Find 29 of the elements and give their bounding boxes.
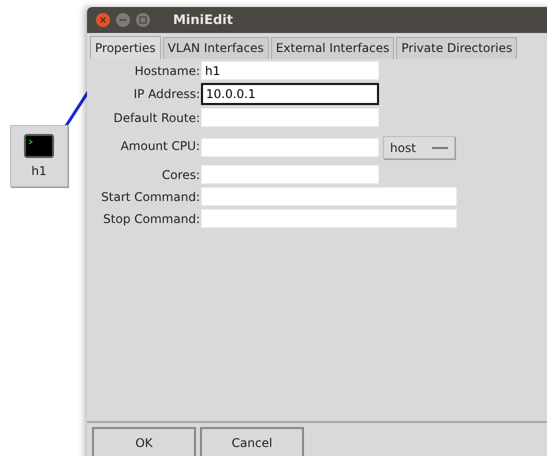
- input-field[interactable]: 10.0.0.1: [201, 83, 379, 105]
- input-field[interactable]: [201, 165, 379, 184]
- input-field[interactable]: [201, 108, 379, 127]
- input-field[interactable]: [201, 187, 457, 206]
- field-label: Hostname:: [134, 64, 201, 78]
- ok-button[interactable]: OK: [92, 427, 196, 456]
- terminal-icon: [24, 134, 54, 158]
- input-field[interactable]: [201, 209, 457, 228]
- field-label: Amount CPU:: [120, 139, 201, 153]
- host-dropdown[interactable]: host: [383, 136, 455, 159]
- window-title: MiniEdit: [173, 12, 233, 28]
- tab[interactable]: Private Directories: [396, 37, 518, 59]
- field-label: Cores:: [160, 168, 201, 182]
- input-field[interactable]: [201, 138, 379, 157]
- field-label: Stop Command:: [102, 212, 201, 226]
- field-label: IP Address:: [132, 87, 201, 101]
- input-field[interactable]: h1: [201, 61, 379, 80]
- host-node[interactable]: h1: [10, 125, 68, 187]
- tab[interactable]: Properties: [90, 36, 161, 59]
- tab[interactable]: VLAN Interfaces: [162, 37, 269, 59]
- minimize-icon[interactable]: [115, 12, 131, 28]
- dash-icon: [432, 146, 448, 150]
- cancel-button[interactable]: Cancel: [200, 427, 304, 456]
- field-label: Default Route:: [112, 110, 201, 124]
- maximize-icon[interactable]: [135, 12, 151, 28]
- field-label: Start Command:: [100, 190, 201, 204]
- tab[interactable]: External Interfaces: [270, 37, 394, 59]
- node-label: h1: [31, 164, 47, 178]
- close-icon[interactable]: [95, 12, 111, 28]
